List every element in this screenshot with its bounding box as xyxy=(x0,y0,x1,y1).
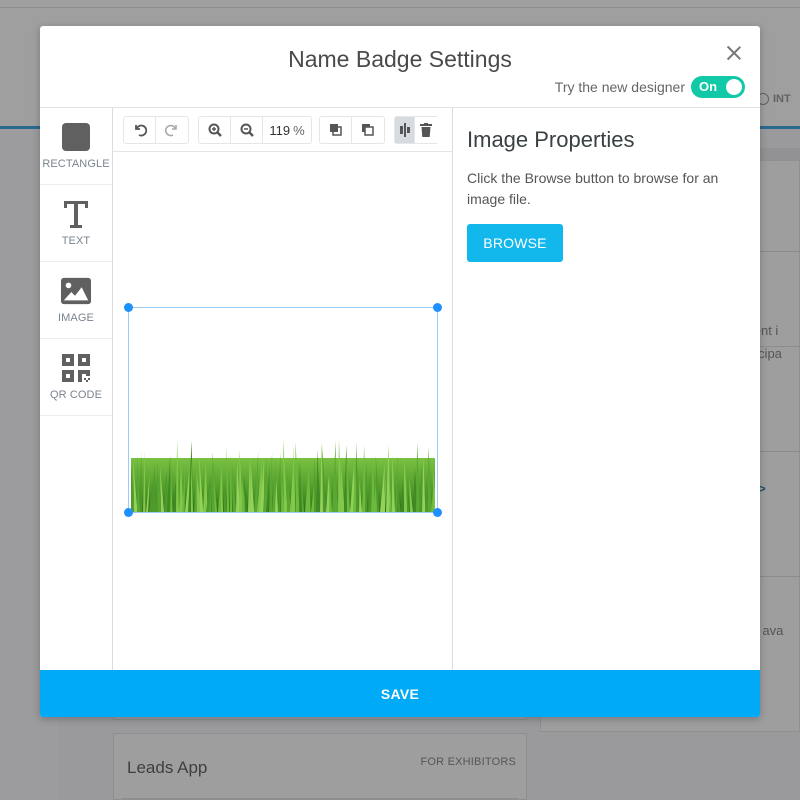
properties-description: Click the Browse button to browse for an… xyxy=(467,170,719,207)
trash-icon xyxy=(420,123,432,137)
zoom-in-icon xyxy=(208,123,222,137)
tool-rectangle[interactable]: RECTANGLE xyxy=(40,108,112,185)
align-center-icon xyxy=(399,123,410,137)
browse-button[interactable]: BROWSE xyxy=(467,224,563,262)
zoom-unit: % xyxy=(293,122,305,138)
leads-app-tag: FOR EXHIBITORS xyxy=(420,756,516,768)
tool-label: RECTANGLE xyxy=(42,158,110,170)
resize-handle-bottom-right[interactable] xyxy=(433,508,442,517)
new-designer-row: Try the new designer On xyxy=(555,76,745,98)
zoom-in-button[interactable] xyxy=(199,117,231,143)
background-topbar xyxy=(0,0,800,8)
toggle-state-label: On xyxy=(699,79,718,94)
resize-handle-top-left[interactable] xyxy=(124,303,133,312)
leads-app-card: Leads App FOR EXHIBITORS xyxy=(113,733,527,800)
modal-title: Name Badge Settings xyxy=(288,46,512,72)
tool-qr-code[interactable]: QR CODE xyxy=(40,339,112,416)
qr-code-icon xyxy=(61,353,91,383)
selected-image-element[interactable] xyxy=(124,303,442,517)
resize-handle-bottom-left[interactable] xyxy=(124,508,133,517)
tool-label: QR CODE xyxy=(49,389,103,401)
zoom-group: 119 % xyxy=(198,116,312,144)
name-badge-settings-modal: Name Badge Settings Try the new designer… xyxy=(40,26,760,717)
close-icon[interactable] xyxy=(724,43,744,63)
tool-image[interactable]: IMAGE xyxy=(40,262,112,339)
zoom-level[interactable]: 119 % xyxy=(263,117,311,143)
canvas-toolbar: 119 % xyxy=(113,108,453,152)
send-backward-icon xyxy=(362,124,374,136)
tool-text[interactable]: TEXT xyxy=(40,185,112,262)
bring-forward-icon xyxy=(329,124,342,136)
layer-group xyxy=(319,116,385,144)
send-backward-button[interactable] xyxy=(352,117,384,143)
new-designer-toggle[interactable]: On xyxy=(691,76,745,98)
undo-button[interactable] xyxy=(124,117,156,143)
text-icon xyxy=(61,199,91,229)
toggle-knob xyxy=(726,79,742,95)
bring-forward-button[interactable] xyxy=(320,117,352,143)
element-tools-sidebar: RECTANGLE TEXT IMAGE QR CODE xyxy=(40,108,113,670)
history-group xyxy=(123,116,189,144)
leads-app-title: Leads App xyxy=(127,758,208,777)
zoom-out-button[interactable] xyxy=(231,117,263,143)
zoom-out-icon xyxy=(240,123,254,137)
resize-handle-top-right[interactable] xyxy=(433,303,442,312)
redo-icon xyxy=(165,124,177,137)
badge-canvas-area: 119 % xyxy=(113,108,453,670)
image-icon xyxy=(61,276,91,306)
undo-icon xyxy=(134,124,147,137)
tool-label: IMAGE xyxy=(58,312,94,324)
properties-title: Image Properties xyxy=(467,127,635,152)
divider xyxy=(122,798,518,799)
align-button[interactable] xyxy=(395,117,415,143)
background-integrations-link: INT xyxy=(757,93,791,105)
edit-group xyxy=(394,116,437,144)
rectangle-icon xyxy=(61,122,91,152)
tool-label: TEXT xyxy=(61,235,91,247)
image-properties-panel: Image Properties Click the Browse button… xyxy=(453,108,760,670)
delete-button[interactable] xyxy=(415,117,437,143)
redo-button[interactable] xyxy=(156,117,188,143)
zoom-value: 119 xyxy=(269,122,291,138)
new-designer-label: Try the new designer xyxy=(554,79,685,95)
grass-image xyxy=(131,438,435,512)
save-button[interactable]: SAVE xyxy=(40,670,760,717)
